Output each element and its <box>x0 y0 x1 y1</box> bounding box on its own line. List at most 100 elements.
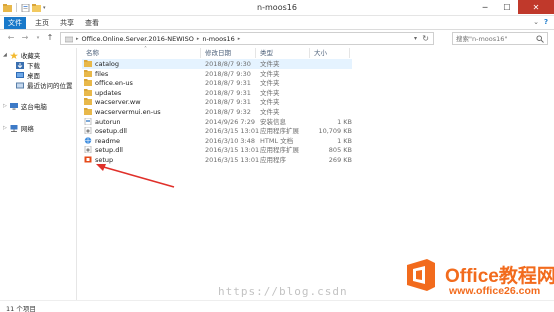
file-size: 1 KB <box>337 136 352 145</box>
file-name: office.en-us <box>95 79 133 88</box>
minimize-button[interactable]: ─ <box>474 0 496 14</box>
nav-label-this-pc: 这台电脑 <box>20 103 47 111</box>
html-file-icon <box>84 137 92 144</box>
file-type: 安装信息 <box>260 117 286 126</box>
back-arrow-icon[interactable]: ← <box>6 33 16 43</box>
desktop-icon <box>16 71 24 78</box>
file-name: readme <box>95 136 120 145</box>
tab-view[interactable]: 查看 <box>80 17 104 29</box>
file-row[interactable]: setup.dll 2016/3/15 13:01 应用程序扩展 805 KB <box>82 145 352 155</box>
file-row[interactable]: files 2018/8/7 9:30 文件夹 <box>82 69 352 79</box>
file-row[interactable]: setup 2016/3/15 13:01 应用程序 269 KB <box>82 155 352 165</box>
nav-label-favorites: 收藏夹 <box>20 52 41 60</box>
breadcrumb-item-iso[interactable]: Office.Online.Server.2016-NEWISO <box>82 35 194 43</box>
file-type: 文件夹 <box>260 108 280 116</box>
close-button[interactable]: ✕ <box>518 0 554 14</box>
column-label-type: 类型 <box>260 49 273 57</box>
column-header-name[interactable]: 名称 ˄ <box>82 46 201 58</box>
address-dropdown-icon[interactable]: ▾ <box>414 35 417 42</box>
file-row[interactable]: wacservermui.en-us 2018/8/7 9:32 文件夹 <box>82 107 352 117</box>
breadcrumb-separator: ▸ <box>76 36 79 42</box>
recent-places-icon <box>16 82 24 88</box>
address-bar[interactable]: ▸ Office.Online.Server.2016-NEWISO ▸ n-m… <box>60 32 434 45</box>
window-title: n-moos16 <box>257 3 297 12</box>
column-header-type[interactable]: 类型 <box>256 48 310 58</box>
nav-item-downloads[interactable]: 下载 <box>16 60 40 70</box>
ribbon-controls: ⌄ ? <box>533 18 548 26</box>
maximize-button[interactable]: ☐ <box>496 0 518 14</box>
folder-icon <box>84 108 92 115</box>
up-arrow-icon[interactable]: ↑ <box>45 33 55 43</box>
file-row[interactable]: autorun 2014/9/26 7:29 安装信息 1 KB <box>82 117 352 127</box>
nav-item-network[interactable]: ▷ 网络 <box>3 123 34 133</box>
help-icon[interactable]: ? <box>544 18 548 26</box>
file-row[interactable]: wacserver.ww 2018/8/7 9:31 文件夹 <box>82 97 352 107</box>
file-type: 文件夹 <box>260 98 280 107</box>
file-row[interactable]: updates 2018/8/7 9:31 文件夹 <box>82 88 352 98</box>
search-icon[interactable] <box>536 35 544 43</box>
forward-arrow-icon[interactable]: → <box>20 33 30 43</box>
file-date: 2016/3/15 13:01 <box>205 127 260 136</box>
file-name: autorun <box>95 117 121 126</box>
file-row[interactable]: readme 2016/3/10 3:48 HTML 文档 1 KB <box>82 136 352 146</box>
file-date: 2018/8/7 9:31 <box>205 98 251 107</box>
expand-arrow-icon[interactable]: ▷ <box>3 103 7 109</box>
nav-item-this-pc[interactable]: ▷ 这台电脑 <box>3 101 47 111</box>
tab-file[interactable]: 文件 <box>4 17 26 29</box>
logo-title: Office教程网 <box>445 266 554 287</box>
search-box[interactable] <box>452 32 548 45</box>
computer-icon <box>9 102 18 110</box>
file-row[interactable]: office.en-us 2018/8/7 9:31 文件夹 <box>82 78 352 88</box>
column-label-size: 大小 <box>314 49 327 57</box>
dll-file-icon <box>84 146 92 154</box>
ribbon: 文件 主页 共享 查看 ⌄ ? <box>0 16 554 30</box>
nav-label-downloads: 下载 <box>27 62 40 70</box>
network-icon <box>10 124 18 132</box>
site-logo: Office教程网 www.office26.com <box>395 255 554 312</box>
downloads-icon <box>16 61 24 69</box>
nav-label-network: 网络 <box>20 125 34 133</box>
file-date: 2018/8/7 9:31 <box>205 79 251 88</box>
file-size: 1 KB <box>337 117 352 126</box>
file-type: 应用程序扩展 <box>260 127 299 136</box>
recent-locations-icon[interactable]: ▾ <box>33 33 43 43</box>
column-label-name: 名称 <box>86 49 99 57</box>
file-name: catalog <box>95 60 119 68</box>
file-name: wacserver.ww <box>95 98 141 107</box>
title-bar: ▾ n-moos16 ─ ☐ ✕ <box>0 0 554 16</box>
file-name: osetup.dll <box>95 127 127 136</box>
tab-home[interactable]: 主页 <box>30 17 54 29</box>
office-logo-icon <box>407 259 435 291</box>
file-date: 2016/3/15 13:01 <box>205 146 260 155</box>
office-setup-icon <box>84 156 92 163</box>
breadcrumb-separator: ▸ <box>196 36 200 42</box>
window-controls: ─ ☐ ✕ <box>474 0 554 14</box>
refresh-icon[interactable]: ↻ <box>422 34 429 43</box>
sort-caret-icon: ˄ <box>144 46 147 53</box>
folder-icon <box>84 79 92 87</box>
column-header-date[interactable]: 修改日期 <box>201 48 256 58</box>
expand-arrow-icon[interactable]: ▷ <box>3 125 7 131</box>
file-type: 文件夹 <box>260 88 280 97</box>
nav-item-recent[interactable]: 最近访问的位置 <box>16 80 73 90</box>
expand-ribbon-icon[interactable]: ⌄ <box>533 18 539 26</box>
file-type: 文件夹 <box>260 69 280 78</box>
collapse-arrow-icon[interactable]: ◢ <box>3 52 7 58</box>
column-header-size[interactable]: 大小 <box>310 48 350 58</box>
dll-file-icon <box>84 127 92 135</box>
file-date: 2014/9/26 7:29 <box>205 117 255 126</box>
nav-item-desktop[interactable]: 桌面 <box>16 70 40 80</box>
file-row[interactable]: catalog 2018/8/7 9:30 文件夹 <box>82 59 352 69</box>
file-size: 269 KB <box>328 156 352 164</box>
file-name: setup <box>95 156 114 164</box>
watermark: https://blog.csdn <box>218 285 348 298</box>
breadcrumb-item-folder[interactable]: n-moos16 <box>202 35 234 43</box>
breadcrumb-separator: ▸ <box>237 36 241 42</box>
file-row[interactable]: osetup.dll 2016/3/15 13:01 应用程序扩展 10,709 KB <box>82 126 352 136</box>
tab-share[interactable]: 共享 <box>55 17 79 29</box>
nav-item-favorites[interactable]: ◢ 收藏夹 <box>3 50 40 60</box>
breadcrumb: ▸ Office.Online.Server.2016-NEWISO ▸ n-m… <box>65 35 240 43</box>
column-label-date: 修改日期 <box>205 49 231 57</box>
search-input[interactable] <box>456 34 536 44</box>
file-date: 2016/3/15 13:01 <box>205 156 260 164</box>
